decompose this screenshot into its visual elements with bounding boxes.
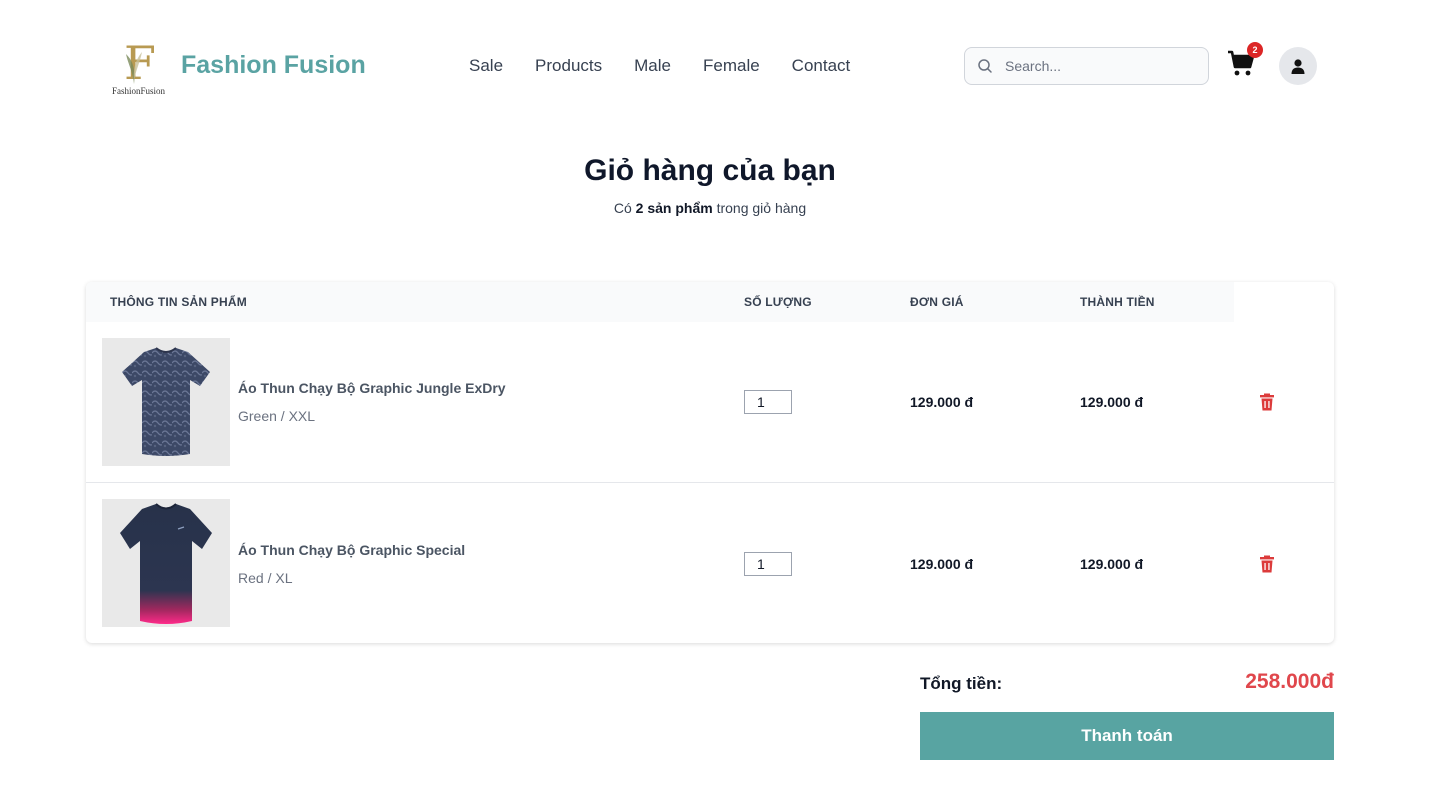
table-row: Áo Thun Chạy Bộ Graphic Jungle ExDry Gre… — [86, 322, 1334, 483]
trash-icon[interactable] — [1258, 393, 1276, 411]
site-header: F FashionFusion Fashion Fusion Sale Prod… — [0, 0, 1451, 130]
unit-price: 129.000 đ — [910, 556, 974, 572]
table-row: Áo Thun Chạy Bộ Graphic Special Red / XL… — [86, 482, 1334, 643]
nav-male[interactable]: Male — [634, 56, 671, 76]
header-subtotal: THÀNH TIỀN — [1080, 295, 1155, 309]
search-input[interactable] — [1005, 58, 1195, 74]
cart-summary-text: Có 2 sản phẩm trong giỏ hàng — [0, 200, 1420, 216]
product-image[interactable] — [102, 338, 230, 466]
nav-sale[interactable]: Sale — [469, 56, 503, 76]
tshirt-image — [120, 503, 212, 624]
quantity-input[interactable]: 1 — [744, 552, 792, 576]
logo-subtext: FashionFusion — [112, 86, 166, 96]
cart-table: THÔNG TIN SẢN PHẨM SỐ LƯỢNG ĐƠN GIÁ THÀN… — [86, 282, 1334, 643]
main-nav: Sale Products Male Female Contact — [469, 56, 850, 76]
nav-contact[interactable]: Contact — [792, 56, 851, 76]
leaf-icon — [126, 52, 142, 84]
search-box — [964, 47, 1209, 85]
header-unit-price: ĐƠN GIÁ — [910, 295, 964, 309]
search-icon — [978, 59, 992, 73]
subtotal: 129.000 đ — [1080, 394, 1144, 410]
product-variant: Green / XXL — [238, 408, 316, 424]
product-image[interactable] — [102, 499, 230, 627]
product-name[interactable]: Áo Thun Chạy Bộ Graphic Jungle ExDry — [238, 380, 506, 396]
product-variant: Red / XL — [238, 570, 293, 586]
user-avatar[interactable] — [1279, 47, 1317, 85]
brand-name[interactable]: Fashion Fusion — [181, 51, 366, 80]
cart-count-badge: 2 — [1247, 42, 1263, 58]
header-quantity: SỐ LƯỢNG — [744, 295, 812, 309]
tshirt-image — [122, 347, 210, 456]
checkout-button[interactable]: Thanh toán — [920, 712, 1334, 760]
item-count: 2 sản phẩm — [635, 200, 713, 216]
total-value: 258.000đ — [1245, 670, 1334, 693]
subtitle-suffix: trong giỏ hàng — [716, 200, 807, 216]
page-title: Giỏ hàng của bạn — [584, 154, 836, 187]
quantity-input[interactable]: 1 — [744, 390, 792, 414]
product-name[interactable]: Áo Thun Chạy Bộ Graphic Special — [238, 542, 465, 558]
subtitle-prefix: Có — [613, 200, 632, 216]
subtotal: 129.000 đ — [1080, 556, 1144, 572]
nav-products[interactable]: Products — [535, 56, 602, 76]
table-header: THÔNG TIN SẢN PHẨM SỐ LƯỢNG ĐƠN GIÁ THÀN… — [86, 282, 1234, 322]
trash-icon[interactable] — [1258, 555, 1276, 573]
header-product: THÔNG TIN SẢN PHẨM — [110, 295, 247, 309]
nav-female[interactable]: Female — [703, 56, 760, 76]
unit-price: 129.000 đ — [910, 394, 974, 410]
total-label: Tổng tiền: — [920, 674, 1003, 693]
logo[interactable]: F FashionFusion — [110, 38, 174, 98]
user-icon — [1291, 59, 1305, 74]
